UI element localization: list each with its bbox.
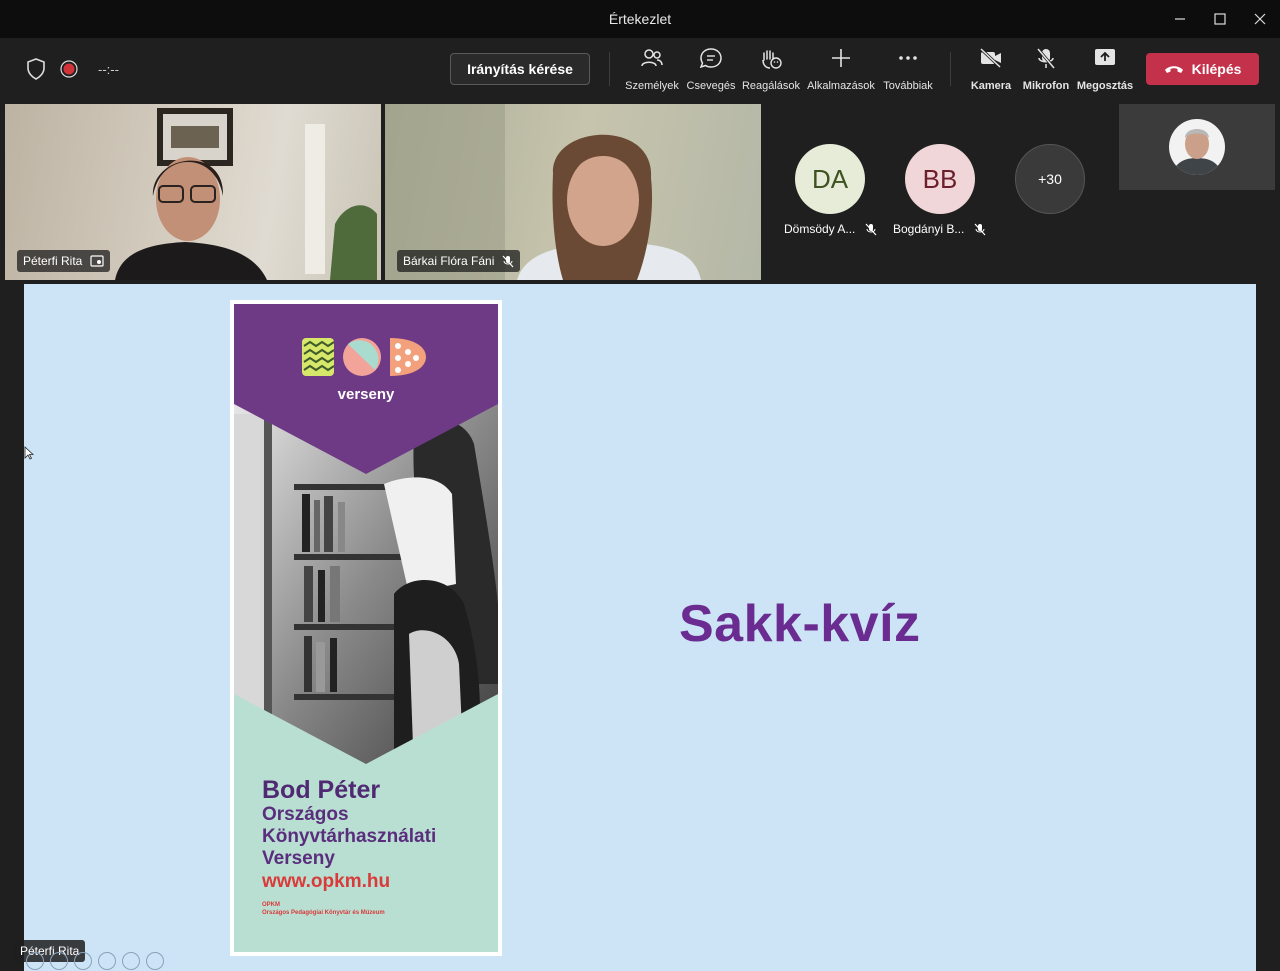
toolbar-divider — [609, 52, 610, 86]
chat-icon — [700, 48, 722, 68]
close-icon[interactable] — [1249, 8, 1271, 30]
recording-icon — [60, 60, 78, 78]
slide-title: Sakk-kvíz — [679, 595, 921, 653]
apps-label: Alkalmazások — [807, 80, 875, 92]
participant-avatar-2[interactable]: BB — [905, 144, 975, 214]
minimize-icon[interactable] — [1169, 8, 1191, 30]
participants-strip: Péterfi Rita Bárkai Flóra Fáni DA Dömsöd… — [0, 100, 1280, 284]
meeting-status: --:-- — [26, 58, 119, 80]
zoom-in-icon[interactable] — [74, 952, 92, 970]
banner-body: verseny Bod Péter Országos Könyvtárhaszn… — [234, 304, 498, 952]
meeting-toolbar: --:-- Irányítás kérése Személyek Csevegé… — [0, 38, 1280, 100]
apps-button[interactable]: Alkalmazások — [807, 48, 875, 92]
people-button[interactable]: Személyek — [625, 48, 679, 92]
phone-hangup-icon — [1164, 66, 1183, 73]
shared-content-stage[interactable]: verseny Bod Péter Országos Könyvtárhaszn… — [24, 284, 1256, 971]
more-participants-button[interactable]: +30 — [1015, 144, 1085, 214]
banner-url: www.opkm.hu — [262, 871, 391, 892]
chat-label: Csevegés — [686, 80, 736, 92]
meeting-timer: --:-- — [98, 61, 119, 77]
window-title: Értekezlet — [608, 11, 672, 27]
mic-label: Mikrofon — [1022, 80, 1070, 92]
banner-org-name: Országos Pedagógiai Könyvtár és Múzeum — [262, 910, 385, 916]
toolbar-divider — [950, 52, 951, 86]
participant-name-tag: Péterfi Rita — [17, 250, 111, 272]
presenter-icon — [90, 255, 104, 267]
banner-heading-line: Verseny — [262, 848, 335, 869]
share-label: Megosztás — [1076, 80, 1134, 92]
banner-org-abbr: OPKM — [262, 902, 280, 908]
participant-video-2[interactable]: Bárkai Flóra Fáni — [385, 104, 761, 280]
magnifier-icon[interactable] — [122, 952, 140, 970]
more-dots-icon — [899, 56, 917, 60]
fullscreen-icon[interactable] — [146, 952, 164, 970]
leave-button[interactable]: Kilépés — [1146, 53, 1259, 85]
participant-name: Bárkai Flóra Fáni — [403, 254, 495, 268]
mouse-cursor-icon — [24, 446, 34, 460]
zoom-controls — [26, 952, 164, 970]
pop-out-icon[interactable] — [98, 952, 116, 970]
participant-name: Péterfi Rita — [23, 254, 83, 268]
self-view[interactable] — [1119, 104, 1275, 190]
more-label: Továbbiak — [883, 80, 933, 92]
banner-heading-line: Könyvtárhasználati — [262, 826, 437, 847]
raise-hand-icon — [762, 50, 782, 69]
banner-heading-line: Bod Péter — [262, 776, 381, 804]
leave-label: Kilépés — [1191, 61, 1242, 77]
banner-heading: Bod Péter Országos Könyvtárhasználati Ve… — [262, 776, 436, 917]
reactions-button[interactable]: Reagálások — [741, 48, 801, 92]
share-screen-icon — [1095, 49, 1115, 65]
mic-off-icon — [1036, 48, 1056, 69]
participant-avatar-1[interactable]: DA — [795, 144, 865, 214]
competition-banner: verseny Bod Péter Országos Könyvtárhaszn… — [230, 300, 502, 956]
shield-icon[interactable] — [26, 58, 46, 80]
people-icon — [641, 49, 663, 67]
participant-name-tag: Bárkai Flóra Fáni — [397, 250, 521, 272]
mic-off-icon — [974, 223, 986, 235]
share-button[interactable]: Megosztás — [1076, 48, 1134, 92]
camera-label: Kamera — [970, 80, 1012, 92]
participant-name: Bogdányi B... — [893, 222, 965, 236]
people-label: Személyek — [625, 80, 679, 92]
zoom-fit-icon[interactable] — [50, 952, 68, 970]
zoom-out-icon[interactable] — [26, 952, 44, 970]
title-bar: Értekezlet — [0, 0, 1280, 38]
more-button[interactable]: Továbbiak — [883, 48, 933, 92]
participant-video-1[interactable]: Péterfi Rita — [5, 104, 381, 280]
bod-logo — [302, 338, 426, 376]
banner-logo-word: verseny — [337, 386, 395, 403]
participant-avatar-label: Bogdányi B... — [893, 222, 986, 236]
mic-off-icon — [865, 223, 877, 235]
mic-off-icon — [502, 255, 514, 267]
banner-heading-line: Országos — [262, 804, 349, 825]
chat-button[interactable]: Csevegés — [686, 48, 736, 92]
participant-name: Dömsödy A... — [784, 222, 856, 236]
camera-button[interactable]: Kamera — [970, 48, 1012, 92]
request-control-button[interactable]: Irányítás kérése — [450, 53, 590, 85]
mic-button[interactable]: Mikrofon — [1023, 48, 1069, 92]
camera-off-icon — [979, 48, 1002, 68]
participant-avatar-label: Dömsödy A... — [784, 222, 877, 236]
maximize-icon[interactable] — [1209, 8, 1231, 30]
self-avatar — [1169, 119, 1225, 175]
plus-icon — [832, 49, 850, 67]
reactions-label: Reagálások — [741, 80, 801, 92]
